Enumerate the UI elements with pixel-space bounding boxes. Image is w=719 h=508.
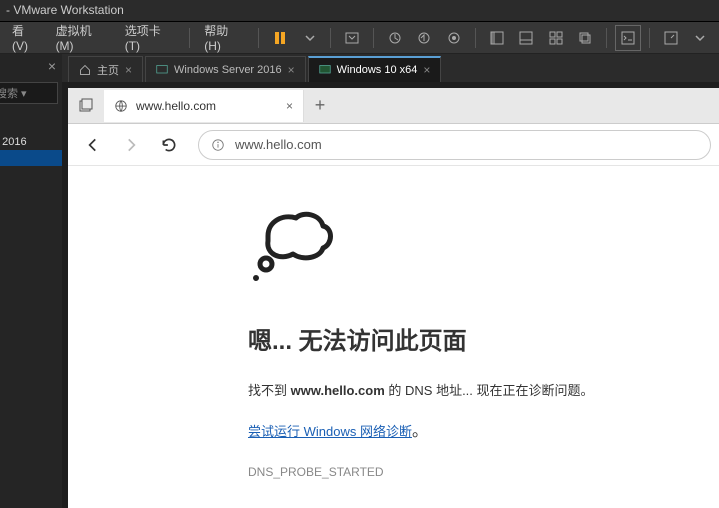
home-icon	[79, 64, 91, 76]
snapshot-icon[interactable]	[382, 25, 408, 51]
close-icon[interactable]: ×	[288, 63, 295, 77]
new-tab-button[interactable]: +	[304, 90, 336, 122]
diagnose-link[interactable]: 尝试运行 Windows 网络诊断	[248, 424, 412, 439]
vm-tabs: 主页 × Windows Server 2016 × Windows 10 x6…	[62, 54, 719, 82]
tab-home[interactable]: 主页 ×	[68, 56, 143, 82]
forward-button[interactable]	[114, 128, 148, 162]
separator	[606, 28, 607, 48]
layout-single-icon[interactable]	[484, 25, 510, 51]
menubar: 看(V) 虚拟机(M) 选项卡(T) 帮助(H)	[0, 22, 719, 54]
separator	[189, 28, 190, 48]
close-icon[interactable]: ×	[48, 58, 56, 74]
tab-win10x64[interactable]: Windows 10 x64 ×	[308, 56, 442, 82]
menu-tabs[interactable]: 选项卡(T)	[117, 18, 184, 57]
error-code: DNS_PROBE_STARTED	[248, 465, 719, 479]
close-icon[interactable]: ×	[125, 63, 132, 77]
dropdown-icon[interactable]	[297, 25, 323, 51]
tab-server2016[interactable]: Windows Server 2016 ×	[145, 56, 306, 82]
console-icon[interactable]	[615, 25, 641, 51]
close-icon[interactable]: ×	[286, 99, 293, 113]
error-link-row: 尝试运行 Windows 网络诊断。	[248, 417, 719, 441]
window-title: - VMware Workstation	[6, 3, 124, 17]
fullscreen-icon[interactable]	[658, 25, 684, 51]
refresh-button[interactable]	[152, 128, 186, 162]
menu-vm[interactable]: 虚拟机(M)	[48, 18, 117, 57]
thought-bubble-icon	[248, 206, 719, 291]
edge-browser: www.hello.com × + www.hello.com	[68, 88, 719, 508]
sidebar-item-server2016[interactable]: erver 2016	[0, 134, 62, 150]
address-bar[interactable]: www.hello.com	[198, 130, 711, 160]
error-page: 嗯... 无法访问此页面 找不到 www.hello.com 的 DNS 地址.…	[68, 166, 719, 508]
layout-grid-icon[interactable]	[543, 25, 569, 51]
search-input[interactable]: 行搜索 ▾	[0, 82, 58, 104]
tab-actions-icon[interactable]	[68, 88, 104, 124]
separator	[373, 28, 374, 48]
dropdown-icon[interactable]	[687, 25, 713, 51]
separator	[258, 28, 259, 48]
menu-view[interactable]: 看(V)	[4, 18, 48, 57]
send-icon[interactable]	[339, 25, 365, 51]
separator	[330, 28, 331, 48]
info-icon	[211, 138, 225, 152]
browser-toolbar: www.hello.com	[68, 124, 719, 166]
browser-tabstrip: www.hello.com × +	[68, 88, 719, 124]
snapshot-revert-icon[interactable]	[412, 25, 438, 51]
globe-icon	[114, 99, 128, 113]
url-text: www.hello.com	[235, 137, 322, 152]
separator	[649, 28, 650, 48]
menu-help[interactable]: 帮助(H)	[196, 18, 252, 57]
error-title: 嗯... 无法访问此页面	[248, 321, 719, 356]
layout-thumb-icon[interactable]	[513, 25, 539, 51]
close-icon[interactable]: ×	[423, 63, 430, 77]
library-sidebar: × 行搜索 ▾ erver 2016 ) x64	[0, 54, 62, 508]
sidebar-item-win10x64[interactable]: ) x64	[0, 150, 62, 166]
monitor-icon	[156, 64, 168, 76]
separator	[475, 28, 476, 48]
back-button[interactable]	[76, 128, 110, 162]
pause-icon[interactable]	[267, 25, 293, 51]
browser-tab[interactable]: www.hello.com ×	[104, 90, 304, 122]
snapshot-manager-icon[interactable]	[441, 25, 467, 51]
vm-screen: www.hello.com × + www.hello.com	[62, 82, 719, 508]
layout-stack-icon[interactable]	[573, 25, 599, 51]
monitor-icon	[319, 64, 331, 76]
error-message: 找不到 www.hello.com 的 DNS 地址... 现在正在诊断问题。	[248, 380, 719, 399]
